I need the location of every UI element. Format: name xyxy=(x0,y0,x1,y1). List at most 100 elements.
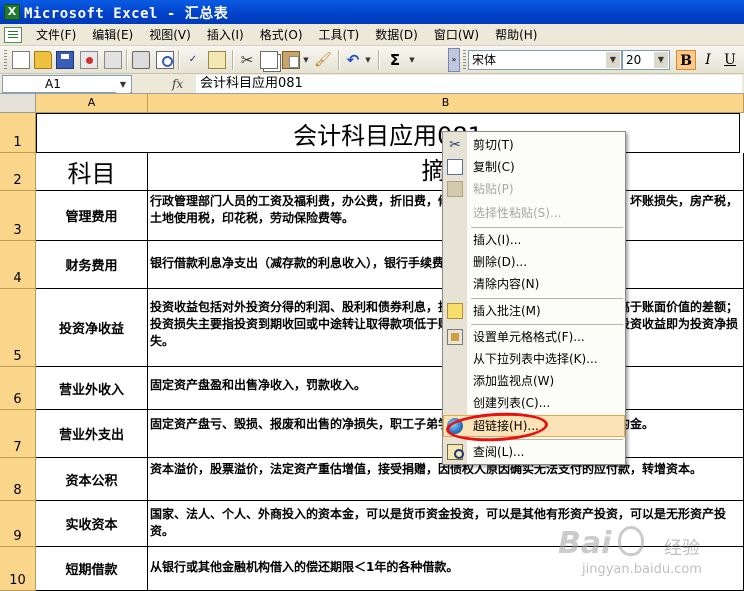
formula-input[interactable]: 会计科目应用081 xyxy=(196,75,742,93)
select-all-corner[interactable] xyxy=(0,94,36,113)
undo-icon[interactable]: ↶ xyxy=(344,51,362,69)
subject-cell[interactable]: 营业外收入 xyxy=(36,367,148,410)
research-icon[interactable] xyxy=(208,51,226,69)
row-header-4[interactable]: 4 xyxy=(0,241,36,289)
worksheet-grid: A B 1 2 3 4 5 6 7 8 9 10 会计科目应用081 科目 摘要… xyxy=(0,94,744,591)
row-header-1[interactable]: 1 xyxy=(0,113,36,153)
menu-item-format-cells[interactable]: 设置单元格格式(F)... xyxy=(443,326,625,348)
scissors-icon: ✂ xyxy=(449,137,461,153)
copy-icon[interactable] xyxy=(260,51,278,69)
toolbar-separator xyxy=(178,50,179,70)
email-icon[interactable] xyxy=(104,51,122,69)
row-header-10[interactable]: 10 xyxy=(0,547,36,591)
row-header-2[interactable]: 2 xyxy=(0,153,36,191)
toolbar-separator xyxy=(378,50,379,70)
subject-cell[interactable]: 财务费用 xyxy=(36,241,148,289)
column-header-a[interactable]: A xyxy=(36,94,148,113)
print-preview-icon[interactable] xyxy=(156,51,174,69)
standard-toolbar: ✓ ✂ ▼ 🖌 ↶ ▼ Σ ▼ » 宋体 ▼ 20 ▼ B I U xyxy=(0,46,744,74)
italic-button[interactable]: I xyxy=(698,50,718,70)
menu-window[interactable]: 窗口(W) xyxy=(426,27,487,43)
paw-icon xyxy=(618,526,644,556)
format-painter-icon[interactable]: 🖌 xyxy=(314,51,332,69)
menu-item-insert[interactable]: 插入(I)... xyxy=(443,229,625,251)
watermark-logo: Bai xyxy=(558,526,612,561)
menu-insert[interactable]: 插入(I) xyxy=(199,27,252,43)
underline-button[interactable]: U xyxy=(720,50,740,70)
font-name-select[interactable]: 宋体 ▼ xyxy=(468,50,622,70)
menu-item-label: 插入批注(M) xyxy=(473,304,541,318)
menu-item-label: 从下拉列表中选择(K)... xyxy=(473,352,598,366)
toolbar-grip[interactable] xyxy=(4,50,7,70)
comment-icon xyxy=(447,303,463,319)
menu-item-cut[interactable]: ✂ 剪切(T) xyxy=(443,134,625,156)
paste-icon[interactable] xyxy=(282,51,300,69)
menu-item-label: 选择性粘贴(S)... xyxy=(473,206,562,220)
subject-cell[interactable]: 实收资本 xyxy=(36,501,148,547)
menu-item-create-list[interactable]: 创建列表(C)... xyxy=(443,392,625,414)
cut-scissors-icon[interactable]: ✂ xyxy=(238,51,256,69)
permission-icon[interactable] xyxy=(80,51,98,69)
menu-bar: 文件(F) 编辑(E) 视图(V) 插入(I) 格式(O) 工具(T) 数据(D… xyxy=(0,24,744,46)
row-header-9[interactable]: 9 xyxy=(0,501,36,547)
row-header-3[interactable]: 3 xyxy=(0,191,36,241)
menu-item-label: 添加监视点(W) xyxy=(473,374,555,388)
chevron-down-icon[interactable]: ▼ xyxy=(606,52,620,68)
open-folder-icon[interactable] xyxy=(34,51,52,69)
font-size-select[interactable]: 20 ▼ xyxy=(622,50,670,70)
menu-item-add-watch[interactable]: 添加监视点(W) xyxy=(443,370,625,392)
menu-data[interactable]: 数据(D) xyxy=(367,27,426,43)
subject-cell[interactable]: 资本公积 xyxy=(36,458,148,501)
subject-cell[interactable]: 短期借款 xyxy=(36,547,148,591)
row-header-6[interactable]: 6 xyxy=(0,367,36,410)
menu-help[interactable]: 帮助(H) xyxy=(487,27,545,43)
column-header-b[interactable]: B xyxy=(148,94,744,113)
subject-cell[interactable]: 营业外支出 xyxy=(36,410,148,458)
menu-item-copy[interactable]: 复制(C) xyxy=(443,156,625,178)
menu-item-label: 查阅(L)... xyxy=(473,445,525,459)
row-header-5[interactable]: 5 xyxy=(0,289,36,367)
autosum-dropdown-arrow[interactable]: ▼ xyxy=(408,51,416,69)
insert-function-icon[interactable]: fx xyxy=(172,75,192,93)
menu-view[interactable]: 视图(V) xyxy=(141,27,199,43)
menu-item-paste-special: 选择性粘贴(S)... xyxy=(443,202,625,224)
print-icon[interactable] xyxy=(132,51,150,69)
menu-item-insert-comment[interactable]: 插入批注(M) xyxy=(443,300,625,322)
menu-separator xyxy=(471,324,623,325)
undo-dropdown-arrow[interactable]: ▼ xyxy=(364,51,372,69)
subject-cell[interactable]: 管理费用 xyxy=(36,191,148,241)
toolbar-grip[interactable] xyxy=(463,50,466,70)
workbook-icon[interactable] xyxy=(4,27,22,43)
toolbar-separator xyxy=(126,50,127,70)
title-cell[interactable]: 会计科目应用081 xyxy=(36,113,740,153)
font-name-value: 宋体 xyxy=(472,53,497,67)
row-header-7[interactable]: 7 xyxy=(0,410,36,458)
chevron-down-icon[interactable]: ▼ xyxy=(116,77,130,93)
row-header-8[interactable]: 8 xyxy=(0,458,36,501)
menu-item-clear-contents[interactable]: 清除内容(N) xyxy=(443,273,625,295)
chevron-down-icon[interactable]: ▼ xyxy=(654,52,668,68)
name-box-value: A1 xyxy=(45,77,61,91)
menu-item-pick-from-list[interactable]: 从下拉列表中选择(K)... xyxy=(443,348,625,370)
subject-cell[interactable]: 投资净收益 xyxy=(36,289,148,367)
name-box[interactable]: A1 ▼ xyxy=(2,75,132,93)
menu-edit[interactable]: 编辑(E) xyxy=(84,27,141,43)
menu-tools[interactable]: 工具(T) xyxy=(311,27,368,43)
menu-format[interactable]: 格式(O) xyxy=(252,27,311,43)
menu-file[interactable]: 文件(F) xyxy=(28,27,84,43)
menu-item-label: 清除内容(N) xyxy=(473,277,540,291)
spelling-icon[interactable]: ✓ xyxy=(184,51,202,69)
watermark-text: 经验 xyxy=(664,538,700,559)
new-document-icon[interactable] xyxy=(12,51,30,69)
menu-item-research[interactable]: 查阅(L)... xyxy=(443,441,625,463)
toolbar-options-chevron[interactable]: » xyxy=(448,48,460,72)
copy-icon xyxy=(447,159,463,175)
paste-dropdown-arrow[interactable]: ▼ xyxy=(302,51,310,69)
save-disk-icon[interactable] xyxy=(56,51,74,69)
menu-item-delete[interactable]: 删除(D)... xyxy=(443,251,625,273)
bold-button[interactable]: B xyxy=(676,50,696,70)
header-cell-subject[interactable]: 科目 xyxy=(36,153,148,191)
autosum-icon[interactable]: Σ xyxy=(386,51,404,69)
excel-app-icon[interactable]: X xyxy=(4,4,20,20)
menu-item-label: 删除(D)... xyxy=(473,255,528,269)
